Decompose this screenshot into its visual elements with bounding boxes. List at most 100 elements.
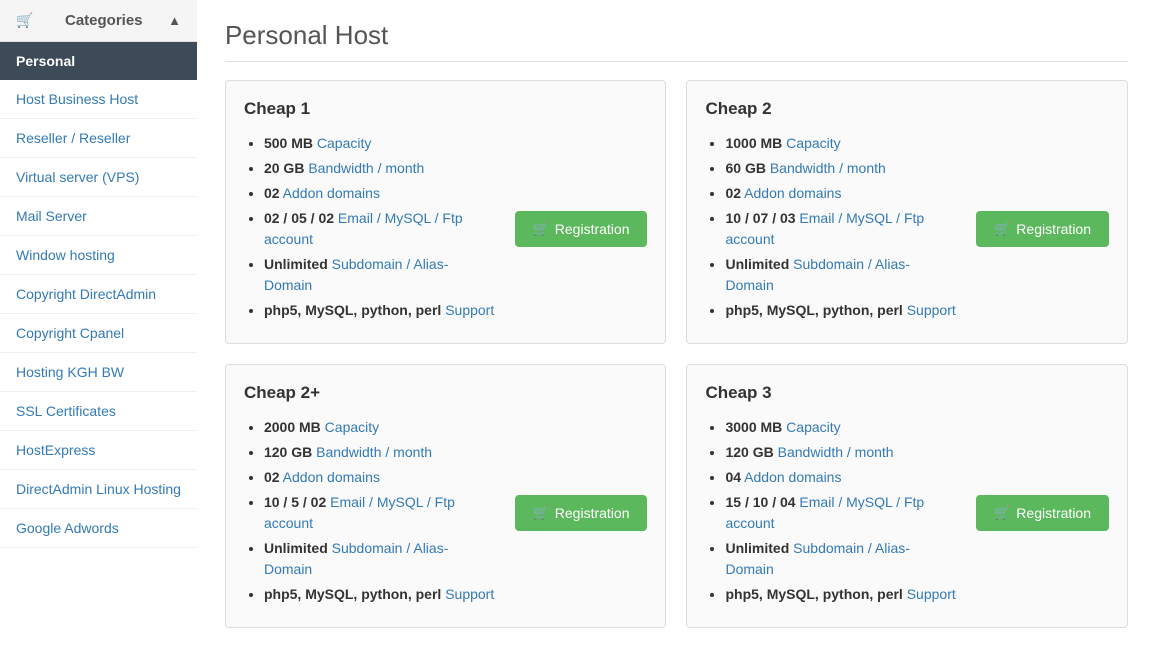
list-item: Unlimited Subdomain / Alias-Domain bbox=[725, 538, 956, 580]
card-action-cheap3: 🛒 Registration bbox=[966, 417, 1109, 609]
sidebar-item-mail-server[interactable]: Mail Server bbox=[0, 197, 197, 236]
chevron-up-icon: ▲ bbox=[168, 13, 181, 28]
features-list-cheap2: 1000 MB Capacity 60 GB Bandwidth / month 0… bbox=[705, 133, 956, 321]
features-list-cheap2plus: 2000 MB Capacity 120 GB Bandwidth / month… bbox=[244, 417, 495, 605]
list-item: 02 Addon domains bbox=[264, 183, 495, 204]
sidebar-item-window-hosting[interactable]: Window hosting bbox=[0, 236, 197, 275]
list-item: 10 / 07 / 03 Email / MySQL / Ftp account bbox=[725, 208, 956, 250]
feature-label: Capacity bbox=[321, 419, 379, 435]
feature-bold: php5, MySQL, python, perl bbox=[725, 586, 902, 602]
feature-bold: 15 / 10 / 04 bbox=[725, 494, 795, 510]
feature-label: Bandwidth / month bbox=[312, 444, 432, 460]
feature-bold: 2000 MB bbox=[264, 419, 321, 435]
feature-label: Addon domains bbox=[741, 185, 841, 201]
sidebar-item-virtual-server-vps[interactable]: Virtual server (VPS) bbox=[0, 158, 197, 197]
feature-label: Support bbox=[441, 586, 494, 602]
feature-label: Addon domains bbox=[280, 469, 380, 485]
card-cheap1: Cheap 1500 MB Capacity20 GB Bandwidth / … bbox=[225, 80, 667, 344]
feature-bold: Unlimited bbox=[264, 540, 328, 556]
registration-button-cheap3[interactable]: 🛒 Registration bbox=[976, 495, 1109, 531]
card-action-cheap2: 🛒 Registration bbox=[966, 133, 1109, 325]
list-item: Unlimited Subdomain / Alias-Domain bbox=[725, 254, 956, 296]
card-action-cheap1: 🛒 Registration bbox=[505, 133, 648, 325]
sidebar-item-personal[interactable]: Personal bbox=[0, 42, 197, 80]
list-item: 120 GB Bandwidth / month bbox=[264, 442, 495, 463]
feature-bold: Unlimited bbox=[725, 256, 789, 272]
feature-bold: 02 bbox=[725, 185, 741, 201]
list-item: php5, MySQL, python, perl Support bbox=[725, 300, 956, 321]
card-cheap2plus: Cheap 2+ 2000 MB Capacity 120 GB Bandwidth… bbox=[225, 364, 667, 628]
feature-bold: Unlimited bbox=[264, 256, 328, 272]
registration-button-cheap2[interactable]: 🛒 Registration bbox=[976, 211, 1109, 247]
list-item: php5, MySQL, python, perl Support bbox=[264, 584, 495, 605]
feature-label: Capacity bbox=[782, 135, 840, 151]
feature-bold: 04 bbox=[725, 469, 741, 485]
card-cheap3: Cheap 3 3000 MB Capacity 120 GB Bandwidth … bbox=[686, 364, 1128, 628]
feature-bold: 20 GB bbox=[264, 160, 304, 176]
feature-bold: 3000 MB bbox=[725, 419, 782, 435]
registration-label: Registration bbox=[1016, 505, 1091, 521]
feature-label: Bandwidth / month bbox=[304, 160, 424, 176]
sidebar-item-directadmin-linux-hosting[interactable]: DirectAdmin Linux Hosting bbox=[0, 470, 197, 509]
card-body-cheap3: 3000 MB Capacity 120 GB Bandwidth / month… bbox=[705, 417, 1109, 609]
feature-label: Capacity bbox=[313, 135, 371, 151]
cart-icon: 🛒 bbox=[533, 505, 549, 521]
feature-bold: 120 GB bbox=[264, 444, 312, 460]
feature-bold: 10 / 07 / 03 bbox=[725, 210, 795, 226]
sidebar-item-host-business-host[interactable]: Host Business Host bbox=[0, 80, 197, 119]
sidebar: 🛒 Categories ▲ PersonalHost Business Hos… bbox=[0, 0, 197, 648]
list-item: 04 Addon domains bbox=[725, 467, 956, 488]
cart-icon: 🛒 bbox=[16, 12, 33, 29]
card-features-cheap1: 500 MB Capacity 20 GB Bandwidth / month 02… bbox=[244, 133, 495, 325]
features-list-cheap3: 3000 MB Capacity 120 GB Bandwidth / month… bbox=[705, 417, 956, 605]
card-features-cheap3: 3000 MB Capacity 120 GB Bandwidth / month… bbox=[705, 417, 956, 609]
feature-label: Support bbox=[441, 302, 494, 318]
card-body-cheap2: 1000 MB Capacity 60 GB Bandwidth / month 0… bbox=[705, 133, 1109, 325]
list-item: 20 GB Bandwidth / month bbox=[264, 158, 495, 179]
list-item: 2000 MB Capacity bbox=[264, 417, 495, 438]
list-item: 60 GB Bandwidth / month bbox=[725, 158, 956, 179]
sidebar-item-google-adwords[interactable]: Google Adwords bbox=[0, 509, 197, 548]
card-features-cheap2: 1000 MB Capacity 60 GB Bandwidth / month 0… bbox=[705, 133, 956, 325]
sidebar-item-copyright-cpanel[interactable]: Copyright Cpanel bbox=[0, 314, 197, 353]
sidebar-item-copyright-directadmin[interactable]: Copyright DirectAdmin bbox=[0, 275, 197, 314]
cart-icon: 🛒 bbox=[994, 221, 1010, 237]
registration-button-cheap1[interactable]: 🛒 Registration bbox=[515, 211, 648, 247]
feature-bold: php5, MySQL, python, perl bbox=[264, 302, 441, 318]
feature-bold: 02 bbox=[264, 185, 280, 201]
card-title-cheap2plus: Cheap 2+ bbox=[244, 383, 648, 403]
card-action-cheap2plus: 🛒Registration bbox=[505, 417, 648, 609]
feature-bold: 1000 MB bbox=[725, 135, 782, 151]
list-item: php5, MySQL, python, perl Support bbox=[264, 300, 495, 321]
page-title: Personal Host bbox=[225, 20, 1128, 62]
cart-icon: 🛒 bbox=[994, 505, 1010, 521]
feature-label: Support bbox=[903, 302, 956, 318]
feature-label: Support bbox=[903, 586, 956, 602]
list-item: 02 / 05 / 02 Email / MySQL / Ftp account bbox=[264, 208, 495, 250]
cards-grid: Cheap 1500 MB Capacity20 GB Bandwidth / … bbox=[225, 80, 1128, 628]
sidebar-header-title: Categories bbox=[65, 12, 143, 29]
card-title-cheap3: Cheap 3 bbox=[705, 383, 1109, 403]
feature-bold: 120 GB bbox=[725, 444, 773, 460]
card-body-cheap1: 500 MB Capacity 20 GB Bandwidth / month 02… bbox=[244, 133, 648, 325]
feature-bold: 500 MB bbox=[264, 135, 313, 151]
registration-button-cheap2plus[interactable]: 🛒Registration bbox=[515, 495, 648, 531]
registration-label: Registration bbox=[1016, 221, 1091, 237]
cart-icon: 🛒 bbox=[533, 221, 549, 237]
feature-bold: php5, MySQL, python, perl bbox=[725, 302, 902, 318]
sidebar-item-reseller--reseller[interactable]: Reseller / Reseller bbox=[0, 119, 197, 158]
card-body-cheap2plus: 2000 MB Capacity 120 GB Bandwidth / month… bbox=[244, 417, 648, 609]
list-item: Unlimited Subdomain / Alias-Domain bbox=[264, 254, 495, 296]
sidebar-item-hosting-kgh-bw[interactable]: Hosting KGH BW bbox=[0, 353, 197, 392]
list-item: 120 GB Bandwidth / month bbox=[725, 442, 956, 463]
sidebar-item-ssl-certificates[interactable]: SSL Certificates bbox=[0, 392, 197, 431]
features-list-cheap1: 500 MB Capacity 20 GB Bandwidth / month 02… bbox=[244, 133, 495, 321]
list-item: 1000 MB Capacity bbox=[725, 133, 956, 154]
card-features-cheap2plus: 2000 MB Capacity 120 GB Bandwidth / month… bbox=[244, 417, 495, 609]
feature-label: Addon domains bbox=[741, 469, 841, 485]
feature-label: Capacity bbox=[782, 419, 840, 435]
registration-label: Registration bbox=[555, 221, 630, 237]
list-item: 10 / 5 / 02 Email / MySQL / Ftp account bbox=[264, 492, 495, 534]
feature-label: Bandwidth / month bbox=[766, 160, 886, 176]
sidebar-item-hostexpress[interactable]: HostExpress bbox=[0, 431, 197, 470]
